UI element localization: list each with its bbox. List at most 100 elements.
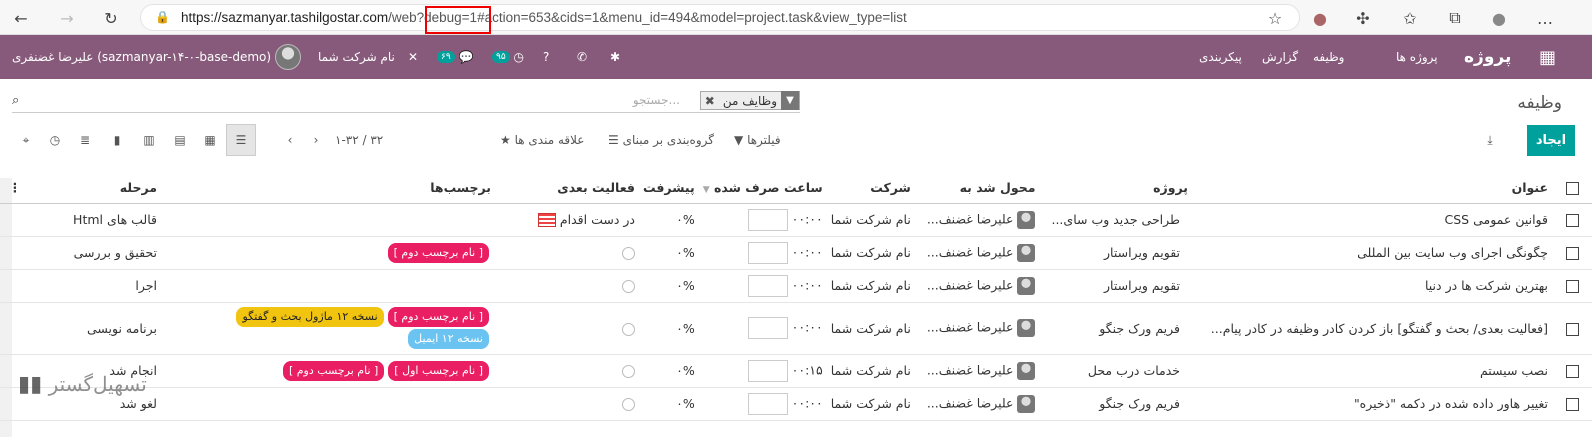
task-assignee[interactable]: علیرضا غضنف...	[922, 203, 1048, 237]
task-project[interactable]: خدمات درب محل	[1047, 354, 1192, 388]
task-assignee[interactable]: علیرضا غضنف...	[922, 302, 1048, 355]
hours-input[interactable]	[747, 317, 788, 339]
task-title[interactable]: نصب سیستم	[1192, 354, 1552, 388]
task-next-activity[interactable]: در دست اقدام	[515, 203, 639, 237]
col-progress[interactable]: پیشرفت	[639, 172, 699, 204]
help-icon[interactable]: ?	[543, 35, 549, 79]
tag-badge[interactable]: [ نام برچسب دوم ]	[387, 242, 489, 263]
hours-input[interactable]	[747, 274, 788, 297]
row-checkbox[interactable]	[1552, 354, 1592, 388]
task-title[interactable]: چگونگی اجرای وب سایت بین المللی	[1192, 236, 1552, 270]
address-bar[interactable]: 🔒 https://sazmanyar.tashilgostar.com/web…	[140, 4, 1300, 31]
row-checkbox[interactable]	[1552, 269, 1592, 303]
table-row[interactable]: نصب سیستم خدمات درب محل علیرضا غضنف... ن…	[0, 354, 1592, 388]
pager-prev-icon[interactable]: ‹	[283, 124, 297, 156]
col-assignee[interactable]: محول شد به	[922, 172, 1048, 204]
search-facet[interactable]: ✖ وظایف من ▼	[699, 91, 800, 110]
task-hours[interactable]: ۰۰:۰۰	[698, 269, 827, 303]
messages-menu[interactable]: ۶۹ 💬	[437, 35, 473, 79]
menu-configuration[interactable]: پیکربندی	[1199, 35, 1242, 79]
activity-clock-icon[interactable]	[622, 247, 635, 260]
map-view-icon[interactable]: ⌖	[11, 124, 41, 156]
row-checkbox[interactable]	[1552, 203, 1592, 237]
task-assignee[interactable]: علیرضا غضنف...	[922, 236, 1048, 270]
calendar-view-icon[interactable]: ▤	[165, 124, 195, 156]
col-next-activity[interactable]: فعالیت بعدی	[515, 172, 639, 204]
table-row[interactable]: بهترین شرکت ها در دنیا تقویم ویراستار عل…	[0, 269, 1592, 303]
hours-input[interactable]	[747, 241, 788, 264]
profile-icon[interactable]: ●	[1486, 5, 1512, 31]
col-stage[interactable]: مرحله	[30, 172, 161, 204]
col-hours[interactable]: ساعت صرف شده ▼	[698, 172, 827, 204]
task-project[interactable]: تقویم ویراستار	[1047, 269, 1192, 303]
search-bar[interactable]: ⌕ ✖ وظایف من ▼ جستجو...	[12, 89, 800, 113]
debug-bug-icon[interactable]: ✱	[610, 35, 620, 79]
task-next-activity[interactable]	[515, 387, 639, 421]
task-next-activity[interactable]	[515, 302, 639, 355]
search-icon[interactable]: ⌕	[12, 93, 19, 108]
browser-menu-icon[interactable]: …	[1532, 5, 1558, 31]
col-project[interactable]: پروژه	[1047, 172, 1192, 204]
apps-grid-icon[interactable]: ▦	[1539, 35, 1556, 79]
tag-badge[interactable]: نسخه ۱۲ ماژول بحث و گفتگو	[236, 307, 384, 327]
row-checkbox[interactable]	[1552, 302, 1592, 355]
col-title[interactable]: عنوان	[1192, 172, 1552, 204]
app-name[interactable]: پروژه	[1464, 35, 1511, 79]
tools-icon[interactable]: ✕	[408, 35, 418, 79]
company-switcher[interactable]: نام شرکت شما	[318, 35, 395, 79]
activity-clock-icon[interactable]	[622, 398, 635, 411]
graph-view-icon[interactable]: ▮	[102, 124, 132, 156]
pager-next-icon[interactable]: ›	[309, 124, 323, 156]
table-row[interactable]: [فعالیت بعدی/ بحث و گفتگو] باز کردن کادر…	[0, 302, 1592, 355]
table-row[interactable]: تغییر هاور داده شده در دکمه "ذخیره" فریم…	[0, 387, 1592, 421]
menu-reporting[interactable]: گزارش	[1262, 35, 1298, 79]
task-project[interactable]: فریم ورک جنگو	[1047, 387, 1192, 421]
star-add-icon[interactable]: ☆	[1262, 5, 1288, 31]
task-project[interactable]: تقویم ویراستار	[1047, 236, 1192, 270]
phone-icon[interactable]: ✆	[577, 35, 587, 79]
pager-value[interactable]: ۱-۳۲ / ۳۲	[335, 124, 383, 156]
hours-input[interactable]	[747, 208, 788, 231]
task-assignee[interactable]: علیرضا غضنف...	[922, 354, 1048, 388]
extensions-icon[interactable]: ✣	[1350, 5, 1376, 31]
groupby-button[interactable]: ☰ گروه‌بندی بر مبنای	[608, 124, 714, 156]
table-row[interactable]: چگونگی اجرای وب سایت بین المللی تقویم وی…	[0, 236, 1592, 270]
task-title[interactable]: بهترین شرکت ها در دنیا	[1192, 269, 1552, 303]
activity-clock-icon[interactable]	[622, 280, 635, 293]
task-title[interactable]: قوانین عمومی CSS	[1192, 203, 1552, 237]
task-assignee[interactable]: علیرضا غضنف...	[922, 269, 1048, 303]
task-title[interactable]: [فعالیت بعدی/ بحث و گفتگو] باز کردن کادر…	[1192, 302, 1552, 355]
task-next-activity[interactable]	[515, 354, 639, 388]
activity-text[interactable]: در دست اقدام	[560, 212, 635, 227]
col-tags[interactable]: برچسب‌ها	[161, 172, 515, 204]
task-assignee[interactable]: علیرضا غضنف...	[922, 387, 1048, 421]
task-next-activity[interactable]	[515, 269, 639, 303]
favorites-button[interactable]: ★ علاقه مندی ها	[500, 124, 584, 156]
user-menu[interactable]: علیرضا غضنفری (sazmanyar-۱۴-۰-base-demo)	[12, 35, 301, 79]
activity-clock-icon[interactable]	[622, 365, 635, 378]
reload-icon[interactable]: ↻	[98, 5, 124, 31]
task-next-activity[interactable]	[515, 236, 639, 270]
activity-menu[interactable]: ۹۵ ◷	[492, 35, 524, 79]
activity-clock-icon[interactable]	[622, 322, 635, 336]
forward-icon[interactable]: →	[54, 5, 80, 31]
filters-button[interactable]: ▼ فیلترها	[734, 124, 781, 156]
row-checkbox[interactable]	[1552, 387, 1592, 421]
list-view-icon[interactable]: ☰	[226, 124, 256, 156]
tag-badge[interactable]: [ نام برچسب دوم ]	[387, 307, 489, 327]
menu-projects[interactable]: پروژه ها	[1396, 35, 1438, 79]
favorites-icon[interactable]: ✩	[1397, 5, 1423, 31]
gantt-view-icon[interactable]: ≣	[70, 124, 100, 156]
activity-view-icon[interactable]: ◷	[40, 124, 70, 156]
tag-badge[interactable]: [ نام برچسب دوم ]	[282, 360, 385, 381]
select-all-checkbox[interactable]	[1552, 172, 1592, 204]
kanban-view-icon[interactable]: ▦	[195, 124, 225, 156]
col-company[interactable]: شرکت	[826, 172, 923, 204]
tag-badge[interactable]: نسخه ۱۲ ایمیل	[408, 329, 489, 349]
hours-input[interactable]	[747, 359, 788, 382]
menu-tasks[interactable]: وظیفه	[1313, 35, 1344, 79]
collections-icon[interactable]: ⧉	[1442, 5, 1468, 31]
download-icon[interactable]: ⤓	[1480, 124, 1500, 156]
hours-input[interactable]	[747, 392, 788, 415]
task-project[interactable]: فریم ورک جنگو	[1047, 302, 1192, 355]
